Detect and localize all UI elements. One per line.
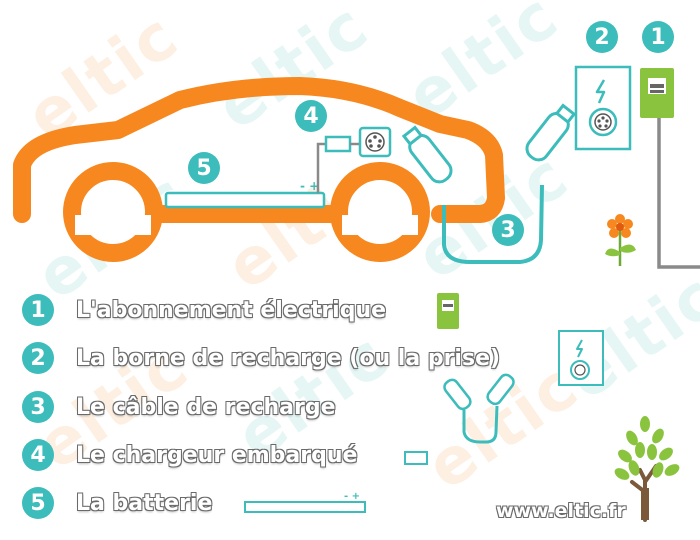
legend-number: 3: [22, 391, 54, 423]
badge-1: 1: [642, 21, 674, 53]
legend-label: La batterie: [76, 490, 213, 516]
badge-4: 4: [295, 100, 327, 132]
onboard-charger-icon: [324, 135, 352, 153]
legend-number: 2: [22, 342, 54, 374]
legend-number: 5: [22, 487, 54, 519]
car-battery-icon: [164, 191, 326, 209]
legend-label: Le chargeur embarqué: [76, 442, 358, 468]
legend-cable-icon: [443, 373, 515, 444]
legend-item-subscription: 1 L'abonnement électrique: [22, 293, 386, 327]
legend-label: Le câble de recharge: [76, 394, 336, 420]
website-url: www.eltic.fr: [496, 500, 626, 522]
legend-number: 4: [22, 439, 54, 471]
legend-item-cable: 3 Le câble de recharge: [22, 390, 336, 424]
cable-plug-right-icon: [525, 103, 577, 162]
legend-item-onboard-charger: 4 Le chargeur embarqué: [22, 438, 357, 472]
car-wheel-rear-icon: [330, 162, 430, 262]
flower-icon: [605, 214, 636, 266]
legend-label: La borne de recharge (ou la prise): [76, 345, 501, 371]
legend-item-charging-station: 2 La borne de recharge (ou la prise): [22, 341, 500, 375]
legend-number: 1: [22, 294, 54, 326]
legend-item-battery: 5 La batterie: [22, 486, 212, 520]
legend-charger-icon: [404, 451, 428, 465]
badge-2: 2: [586, 21, 618, 53]
badge-3: 3: [492, 214, 524, 246]
car-wheel-front-icon: [63, 162, 163, 262]
legend-battery-icon: [244, 501, 366, 513]
badge-5: 5: [188, 152, 220, 184]
legend-label: L'abonnement électrique: [76, 297, 387, 323]
legend-battery-sign-icon: - +: [344, 491, 360, 502]
battery-minus-icon: - +: [300, 179, 319, 193]
